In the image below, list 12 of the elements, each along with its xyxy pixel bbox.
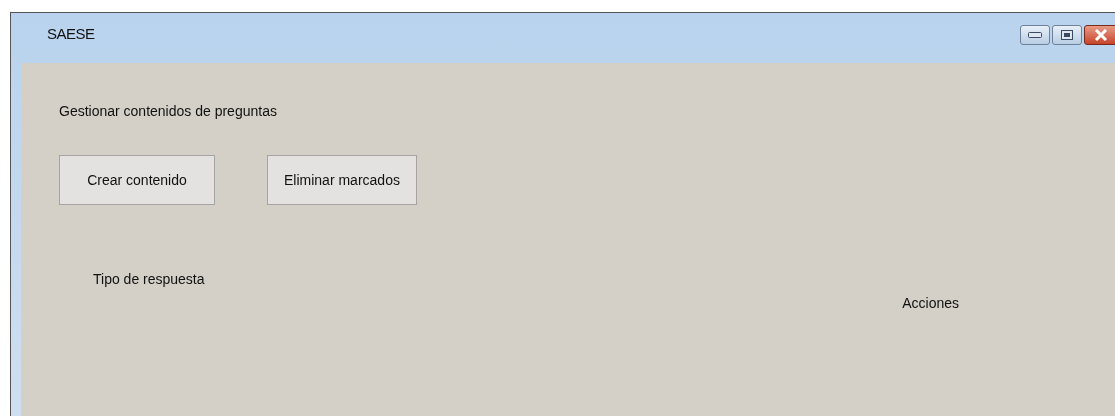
column-header: Acciones (902, 295, 959, 311)
maximize-button[interactable] (1052, 25, 1082, 45)
section-heading: Gestionar contenidos de preguntas (59, 103, 278, 119)
action-button[interactable]: Eliminar marcados (267, 155, 417, 205)
action-button[interactable]: Crear contenido (59, 155, 215, 205)
column-header: Tipo de respuesta (93, 271, 205, 289)
maximize-icon (1061, 30, 1073, 40)
close-icon (1094, 29, 1108, 41)
minimize-button[interactable] (1020, 25, 1050, 45)
window-title: SAESE (47, 25, 95, 42)
minimize-icon (1028, 32, 1042, 38)
close-button[interactable] (1084, 25, 1115, 45)
